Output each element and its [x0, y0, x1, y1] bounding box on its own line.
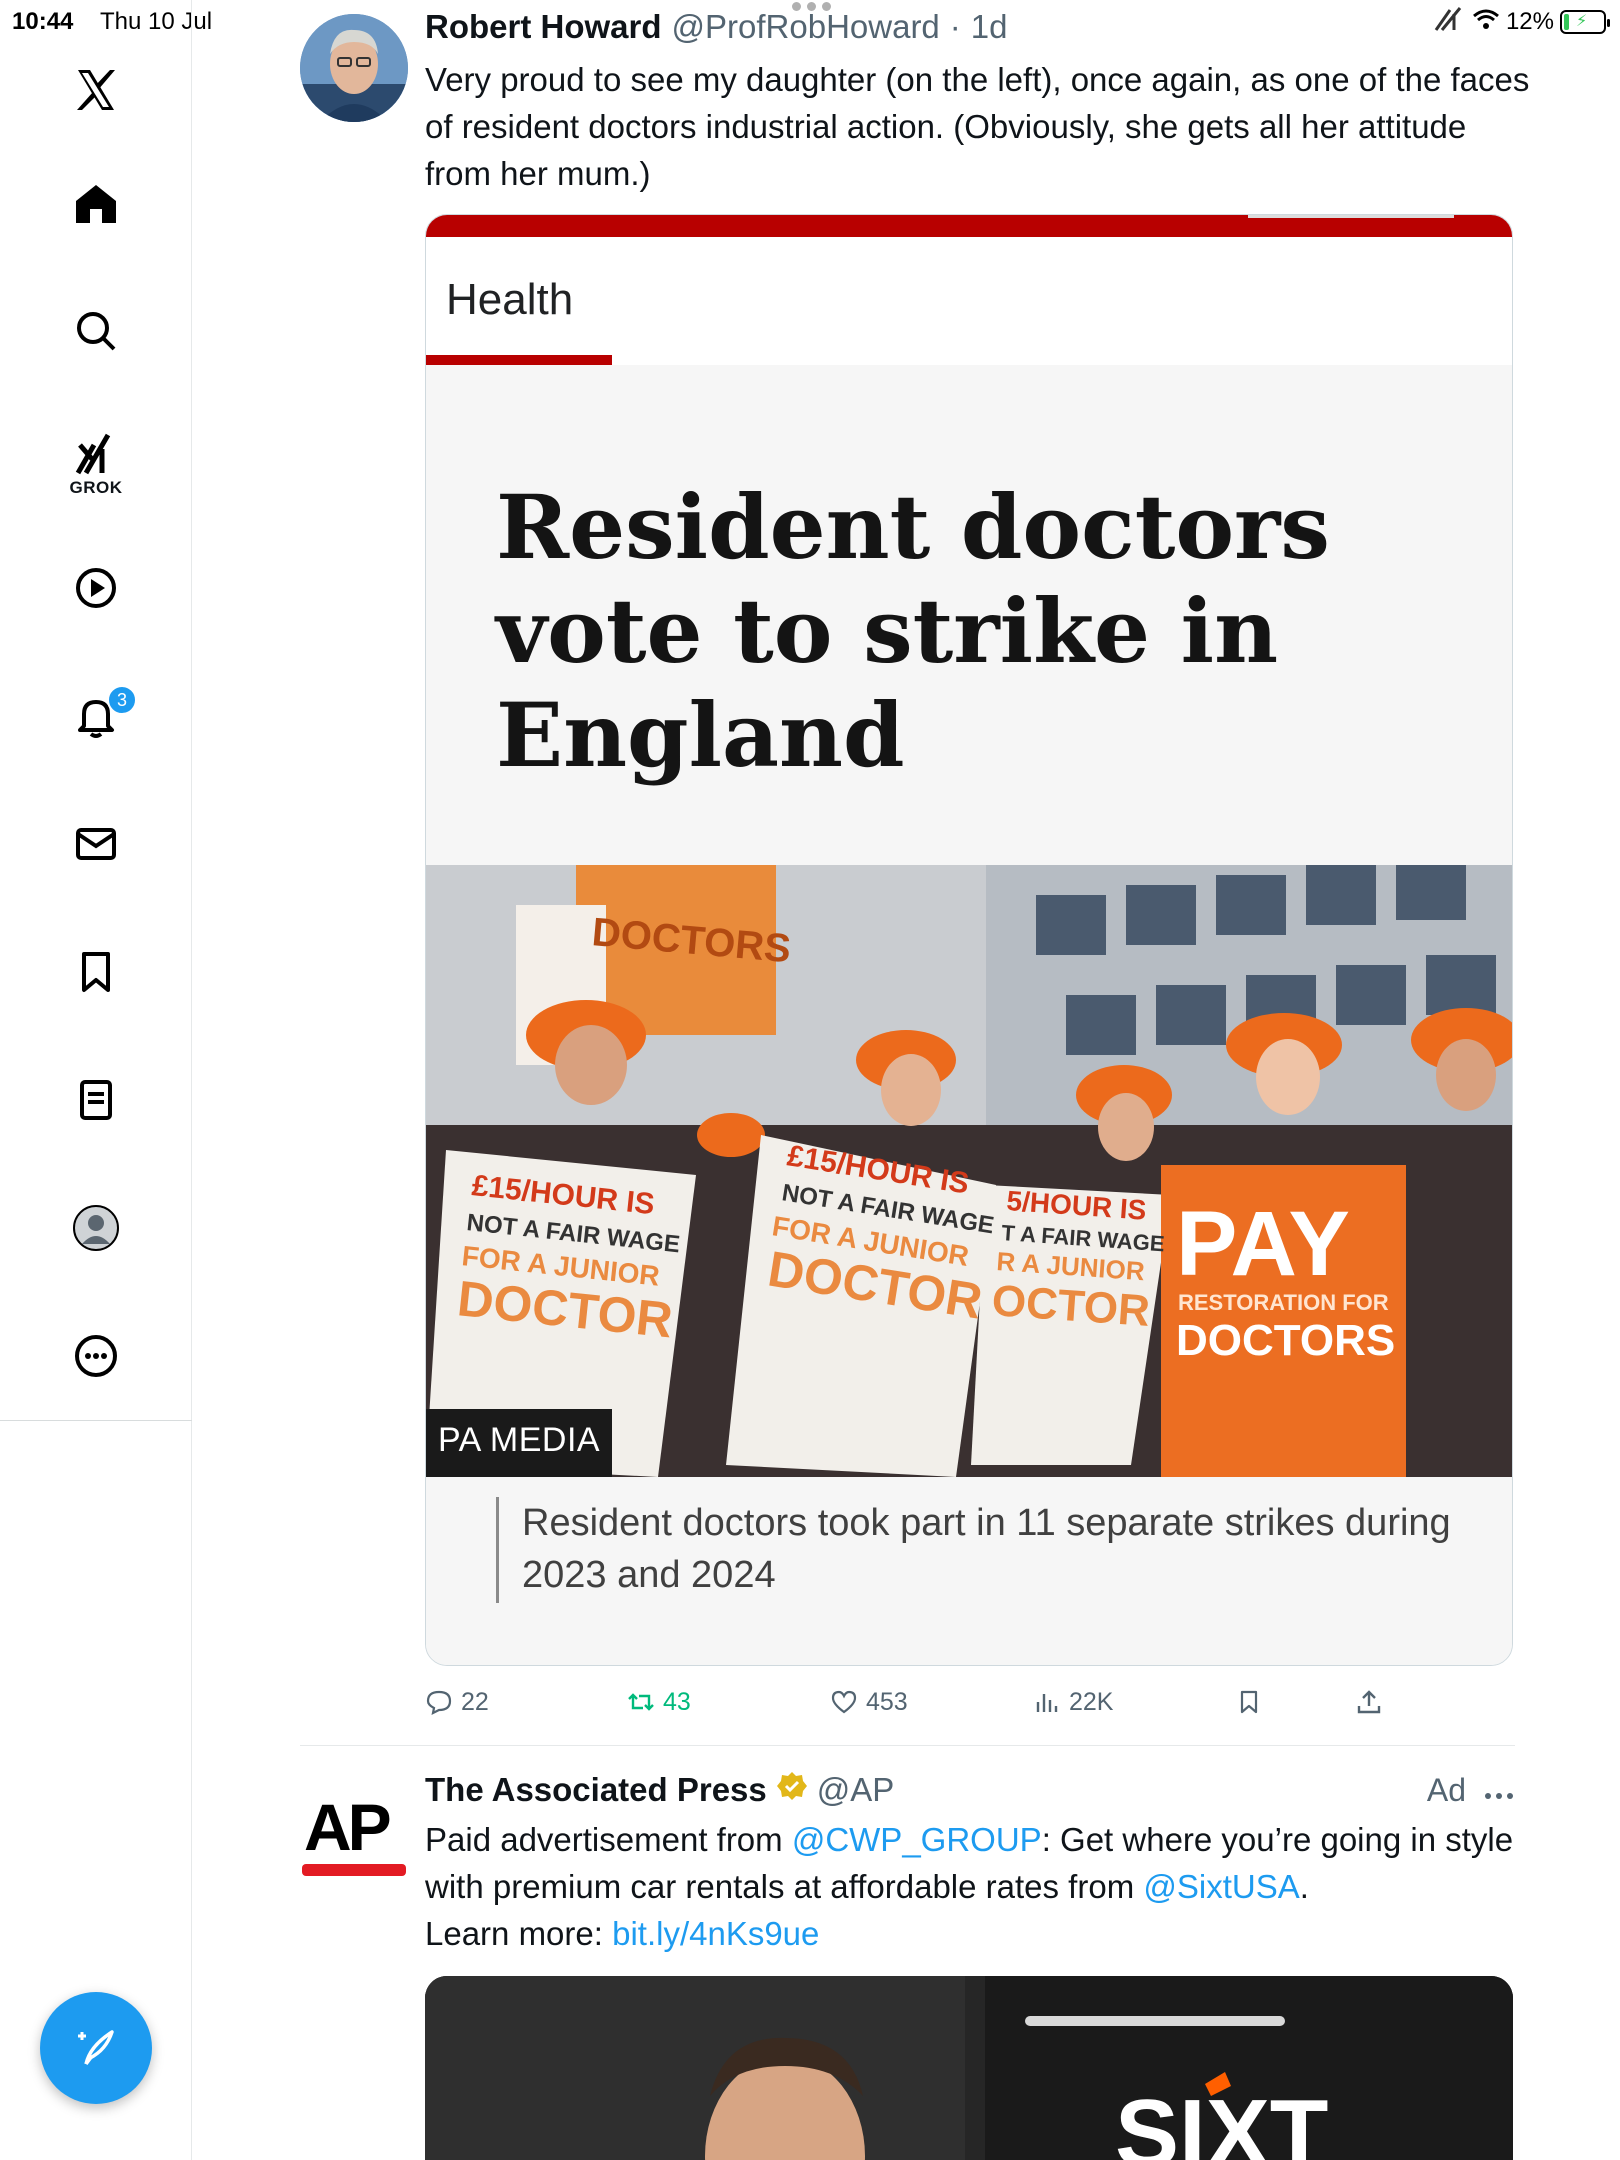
card-topbar-gap: [1248, 215, 1454, 218]
sidebar-item-bookmarks[interactable]: [56, 932, 136, 1012]
ap-logo-text: AP: [304, 1790, 390, 1864]
heart-icon: [831, 1690, 857, 1714]
tweet-time[interactable]: 1d: [971, 8, 1008, 46]
svg-text:PAY: PAY: [1176, 1193, 1350, 1295]
share-button[interactable]: [1355, 1680, 1383, 1724]
dot-separator: ·: [949, 8, 961, 45]
views-count: 22K: [1069, 1687, 1114, 1716]
home-icon: [76, 185, 116, 223]
avatar[interactable]: [300, 14, 408, 122]
share-icon: [1357, 1690, 1381, 1714]
photo-credit: PA MEDIA: [426, 1409, 613, 1477]
tweet-author-line: Robert Howard @ProfRobHoward · 1d: [425, 8, 1008, 52]
card-section-underline: [426, 355, 612, 365]
sidebar-divider: [0, 1420, 192, 1421]
more-options-icon[interactable]: [1484, 1772, 1514, 1809]
sidebar-item-more[interactable]: [56, 1316, 136, 1396]
reply-count: 22: [461, 1687, 489, 1716]
like-count: 453: [866, 1687, 908, 1716]
compose-button[interactable]: [40, 1992, 152, 2104]
card-photo: £15/HOUR IS NOT A FAIR WAGE FOR A JUNIOR…: [426, 865, 1512, 1477]
card-section-label: Health: [446, 275, 574, 324]
ad-author-handle[interactable]: @AP: [817, 1771, 895, 1809]
caption-bar: [496, 1497, 499, 1603]
status-right: 12% ⚡: [1432, 4, 1610, 41]
tweet-separator: [300, 1745, 1515, 1746]
ad-text: Paid advertisement from @CWP_GROUP: Get …: [425, 1816, 1535, 1957]
sixt-brand-text: SIXT: [1115, 2080, 1328, 2160]
list-icon: [80, 1080, 112, 1120]
ap-logo[interactable]: AP: [300, 1790, 408, 1880]
play-icon: [76, 568, 116, 608]
grok-label: GROK: [69, 478, 123, 497]
ad-author-line: The Associated Press @AP: [425, 1768, 894, 1812]
like-button[interactable]: 453: [830, 1680, 908, 1724]
bookmark-icon: [1240, 1690, 1258, 1714]
sidebar-item-videos[interactable]: [56, 548, 136, 628]
sidebar: GROK 3: [0, 0, 192, 2160]
battery-percent: 12%: [1505, 8, 1554, 35]
ad-label: Ad: [1426, 1771, 1466, 1808]
x-logo-icon[interactable]: [56, 50, 136, 130]
card-caption: Resident doctors took part in 11 separat…: [522, 1502, 1451, 1596]
ad-text-end: .: [1299, 1868, 1309, 1905]
ad-text-prefix: Paid advertisement from: [425, 1821, 792, 1858]
battery-icon: ⚡: [1560, 10, 1610, 34]
ad-link[interactable]: bit.ly/4nKs9ue: [612, 1915, 819, 1952]
sidebar-item-lists[interactable]: [56, 1060, 136, 1140]
grok-icon: [75, 433, 111, 475]
sidebar-item-explore[interactable]: [56, 291, 136, 371]
svg-text:RESTORATION FOR: RESTORATION FOR: [1178, 1290, 1389, 1315]
sidebar-item-home[interactable]: [56, 163, 136, 243]
views-button[interactable]: 22K: [1033, 1680, 1113, 1724]
ad-author-name[interactable]: The Associated Press: [425, 1771, 767, 1809]
svg-text:DOCTORS: DOCTORS: [1176, 1316, 1395, 1365]
bookmark-icon: [82, 952, 110, 992]
more-icon: [75, 1335, 117, 1377]
tweet-text: Very proud to see my daughter (on the le…: [425, 61, 1530, 192]
retweet-button[interactable]: 43: [627, 1680, 691, 1724]
author-name[interactable]: Robert Howard: [425, 8, 662, 46]
author-handle[interactable]: @ProfRobHoward: [672, 8, 940, 46]
sidebar-item-profile[interactable]: [56, 1188, 136, 1268]
mention-cwp-group[interactable]: @CWP_GROUP: [792, 1821, 1042, 1858]
compose-icon: [78, 2030, 114, 2066]
mail-icon: [76, 828, 116, 860]
learn-more-label: Learn more:: [425, 1915, 613, 1952]
link-card[interactable]: Health Resident doctors vote to strike i…: [425, 214, 1513, 1666]
profile-icon: [73, 1205, 119, 1251]
search-icon: [77, 312, 116, 351]
card-topbar: [426, 215, 1512, 237]
sidebar-item-messages[interactable]: [56, 804, 136, 884]
mention-sixtusa[interactable]: @SixtUSA: [1143, 1868, 1299, 1905]
card-headline: Resident doctors vote to strike in Engla…: [496, 475, 1330, 787]
reply-icon: [426, 1690, 452, 1715]
views-icon: [1036, 1694, 1058, 1712]
ad-label-group: Ad: [1427, 1768, 1514, 1812]
verified-badge-icon: [776, 1771, 807, 1809]
ad-media[interactable]: SIXT: [425, 1976, 1513, 2160]
retweet-icon: [628, 1693, 654, 1711]
retweet-count: 43: [663, 1687, 691, 1716]
wifi-icon: [1472, 7, 1500, 38]
bookmark-button[interactable]: [1235, 1680, 1263, 1724]
reply-button[interactable]: 22: [425, 1680, 489, 1724]
caption-block: Resident doctors took part in 11 separat…: [426, 1477, 1512, 1665]
notifications-badge: 3: [107, 685, 137, 715]
tweet-actions: 22 43 453 22K: [425, 1680, 1525, 1724]
grok-status-icon: [1432, 4, 1466, 41]
